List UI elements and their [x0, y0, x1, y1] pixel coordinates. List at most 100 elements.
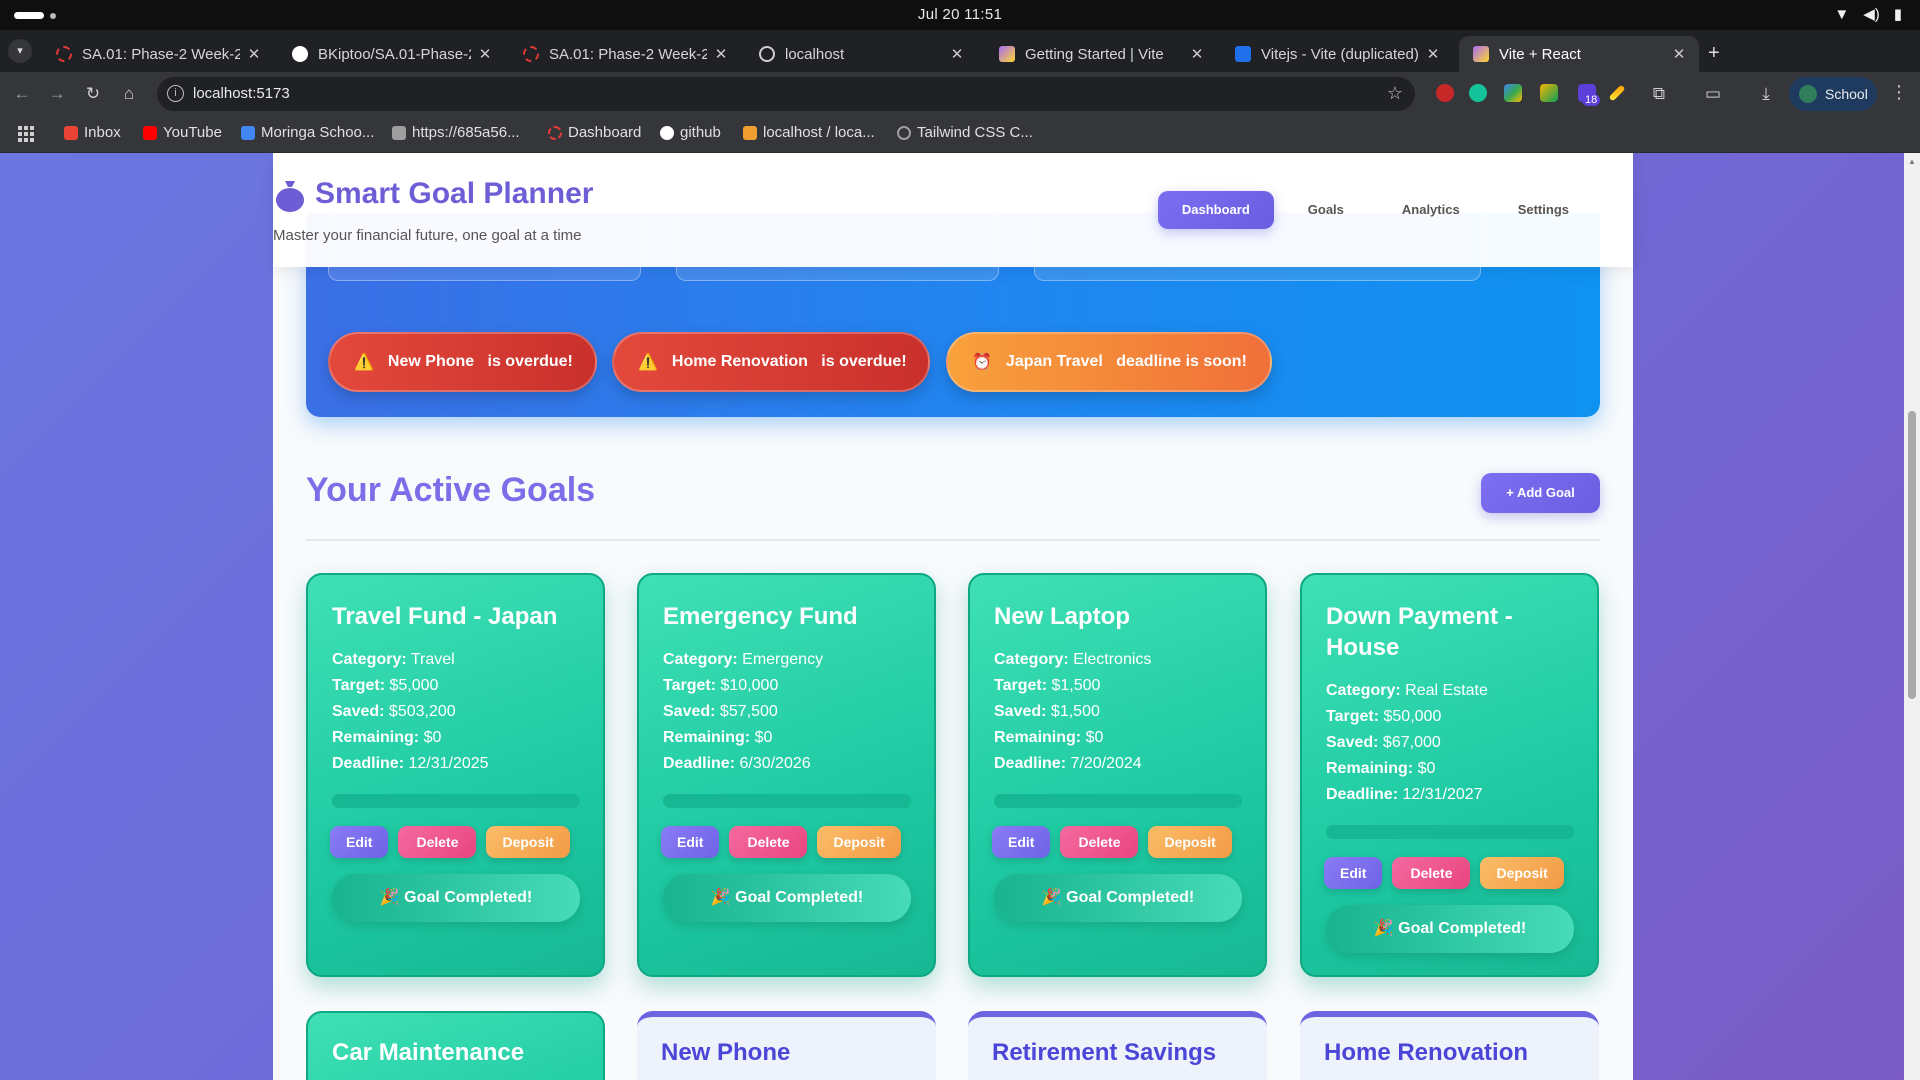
field-label: Remaining:	[663, 729, 751, 746]
vite-icon	[999, 46, 1015, 62]
tab-title: Vitejs - Vite (duplicated)	[1261, 45, 1419, 63]
add-goal-button[interactable]: + Add Goal	[1481, 473, 1600, 513]
extension-icon[interactable]	[1540, 84, 1558, 102]
browser-tab[interactable]: SA.01: Phase-2 Week-2 C ✕	[509, 36, 741, 72]
goal-title: Retirement Savings	[992, 1039, 1217, 1066]
field-label: Category:	[332, 651, 407, 668]
field-label: Deadline:	[1326, 786, 1399, 803]
cast-icon[interactable]: ▭	[1703, 84, 1723, 104]
bookmark-youtube[interactable]: YouTube	[143, 124, 222, 141]
download-icon[interactable]: ⤓	[1756, 84, 1776, 104]
tab-title: Getting Started | Vite	[1025, 45, 1164, 63]
reload-icon[interactable]: ↻	[83, 84, 103, 104]
profile-button[interactable]: School	[1789, 77, 1877, 111]
puzzle-extensions-icon[interactable]: ⧉	[1649, 84, 1669, 104]
bookmark-link[interactable]: https://685a56...	[392, 124, 520, 141]
deposit-button[interactable]: Deposit	[1148, 826, 1232, 858]
tab-close-icon[interactable]: ✕	[949, 45, 965, 63]
goal-saved: $67,000	[1382, 734, 1441, 751]
bookmark-moringa[interactable]: Moringa Schoo...	[241, 124, 374, 141]
deposit-button[interactable]: Deposit	[817, 826, 901, 858]
edit-button[interactable]: Edit	[1324, 857, 1383, 889]
section-divider	[306, 539, 1600, 541]
delete-button[interactable]: Delete	[398, 826, 477, 858]
apps-grid-icon[interactable]	[18, 126, 34, 142]
bookmark-dashboard[interactable]: Dashboard	[548, 124, 641, 141]
bookmark-inbox[interactable]: Inbox	[64, 124, 121, 141]
tab-close-icon[interactable]: ✕	[1189, 45, 1205, 63]
home-icon[interactable]: ⌂	[119, 84, 139, 104]
tab-search-icon[interactable]: ▾	[8, 39, 32, 63]
nav-analytics[interactable]: Analytics	[1378, 191, 1484, 229]
browser-tab[interactable]: SA.01: Phase-2 Week-2 C ✕	[42, 36, 274, 72]
goal-card: New Phone	[637, 1011, 936, 1080]
browser-tab[interactable]: Getting Started | Vite ✕	[985, 36, 1217, 72]
deposit-button[interactable]: Deposit	[1480, 857, 1564, 889]
search-icon	[897, 125, 911, 140]
progress-fill	[663, 794, 911, 808]
goal-remaining: $0	[423, 729, 442, 746]
goal-title: New Laptop	[994, 603, 1130, 630]
nav-goals[interactable]: Goals	[1284, 191, 1368, 229]
nav-dashboard[interactable]: Dashboard	[1157, 191, 1274, 229]
extension-block-icon[interactable]	[1436, 84, 1454, 102]
stackblitz-icon	[1235, 46, 1251, 62]
browser-tab[interactable]: BKiptoo/SA.01-Phase-2-W ✕	[278, 36, 505, 72]
field-label: Category:	[1326, 682, 1401, 699]
nav-settings[interactable]: Settings	[1494, 191, 1593, 229]
browser-menu-icon[interactable]: ⋮	[1890, 82, 1908, 103]
delete-button[interactable]: Delete	[729, 826, 808, 858]
goal-deadline: 12/31/2027	[1402, 786, 1483, 803]
goal-details: Category: Travel Target: $5,000 Saved: $…	[332, 647, 592, 777]
goal-card: Down Payment - House Category: Real Esta…	[1300, 573, 1599, 977]
goal-saved: $57,500	[719, 703, 778, 720]
os-clock[interactable]: Jul 20 11:51	[0, 6, 1920, 23]
bookmark-github[interactable]: github	[660, 124, 721, 141]
extension-icon[interactable]	[1504, 84, 1522, 102]
browser-tab-active[interactable]: Vite + React ✕	[1459, 36, 1699, 72]
tab-close-icon[interactable]: ✕	[477, 45, 493, 63]
bookmark-label: Moringa Schoo...	[261, 124, 375, 141]
delete-button[interactable]: Delete	[1060, 826, 1139, 858]
edit-button[interactable]: Edit	[330, 826, 389, 858]
tab-close-icon[interactable]: ✕	[246, 45, 262, 63]
goal-card: Retirement Savings	[968, 1011, 1267, 1080]
brand: Smart Goal Planner Master your financial…	[273, 153, 603, 267]
goal-category: Travel	[410, 651, 455, 668]
browser-tab[interactable]: localhost ✕	[745, 36, 977, 72]
goal-title: Home Renovation	[1324, 1039, 1529, 1066]
bookmark-label: YouTube	[163, 124, 222, 141]
battery-icon: ▮	[1893, 6, 1902, 23]
edit-button[interactable]: Edit	[661, 826, 720, 858]
bookmark-localhost[interactable]: localhost / loca...	[743, 124, 875, 141]
goal-details: Category: Real Estate Target: $50,000 Sa…	[1326, 678, 1586, 808]
back-icon[interactable]: ←	[12, 84, 32, 104]
scroll-up-icon[interactable]: ▲	[1908, 157, 1916, 166]
site-info-icon[interactable]: i	[167, 85, 184, 102]
goal-progress-bar	[663, 794, 911, 808]
goal-saved: $1,500	[1050, 703, 1100, 720]
pencil-icon[interactable]	[1608, 84, 1626, 102]
deposit-button[interactable]: Deposit	[486, 826, 570, 858]
address-bar[interactable]: i localhost:5173 ☆	[157, 77, 1415, 111]
edit-button[interactable]: Edit	[992, 826, 1051, 858]
new-tab-button[interactable]: +	[1708, 42, 1720, 65]
bookmark-star-icon[interactable]: ☆	[1387, 83, 1403, 104]
forward-icon[interactable]: →	[47, 84, 67, 104]
page-scrollbar[interactable]: ▲	[1904, 153, 1920, 1080]
grammarly-icon[interactable]	[1469, 84, 1487, 102]
warning-icon: ⚠️	[354, 354, 374, 371]
delete-button[interactable]: Delete	[1392, 857, 1471, 889]
tab-close-icon[interactable]: ✕	[1425, 45, 1441, 63]
bookmark-label: Tailwind CSS C...	[917, 124, 1033, 141]
browser-tab[interactable]: Vitejs - Vite (duplicated) ✕	[1221, 36, 1453, 72]
goal-progress-bar	[1326, 825, 1574, 839]
tab-close-icon[interactable]: ✕	[1671, 45, 1687, 63]
os-status-area[interactable]: ▼ ◀) ▮	[1834, 5, 1902, 24]
scrollbar-thumb[interactable]	[1908, 411, 1916, 699]
bookmark-tailwind[interactable]: Tailwind CSS C...	[897, 124, 1033, 141]
profile-label: School	[1825, 86, 1868, 102]
app-subtitle: Master your financial future, one goal a…	[273, 227, 582, 244]
tab-close-icon[interactable]: ✕	[713, 45, 729, 63]
url-text[interactable]: localhost:5173	[193, 85, 290, 102]
